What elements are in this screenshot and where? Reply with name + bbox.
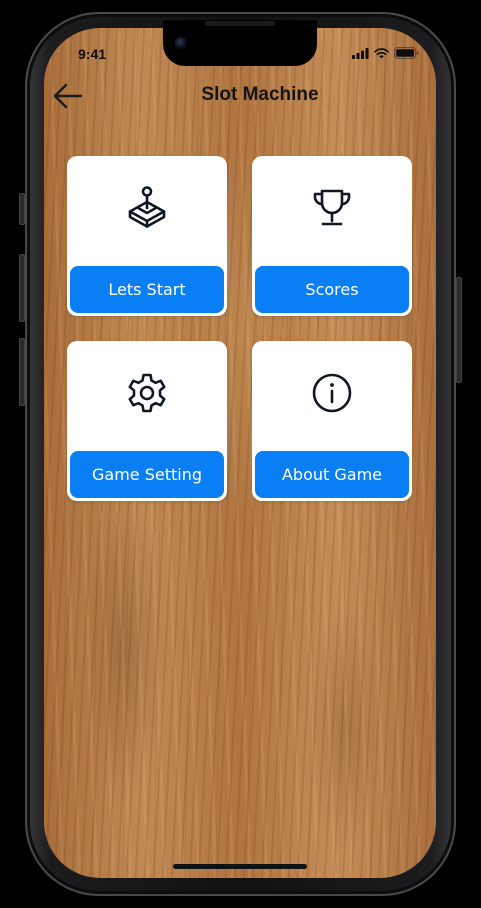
lets-start-button[interactable]: Lets Start bbox=[70, 266, 224, 313]
page-title: Slot Machine bbox=[201, 84, 319, 105]
gear-icon bbox=[125, 371, 169, 415]
volume-up-button bbox=[19, 254, 25, 322]
status-time: 9:41 bbox=[78, 46, 107, 62]
joystick-icon bbox=[125, 186, 169, 230]
trophy-icon bbox=[310, 186, 354, 230]
front-camera bbox=[175, 37, 187, 49]
scores-button[interactable]: Scores bbox=[255, 266, 409, 313]
power-button bbox=[456, 277, 462, 383]
arrow-left-icon bbox=[53, 83, 83, 109]
volume-down-button bbox=[19, 338, 25, 406]
wifi-icon bbox=[374, 47, 389, 58]
about-game-button[interactable]: About Game bbox=[255, 451, 409, 498]
silent-switch bbox=[19, 193, 25, 225]
menu-card-lets-start: Lets Start bbox=[67, 156, 227, 316]
menu-card-game-setting: Game Setting bbox=[67, 341, 227, 501]
signal-icon bbox=[352, 47, 369, 59]
menu-card-scores: Scores bbox=[252, 156, 412, 316]
game-setting-button[interactable]: Game Setting bbox=[70, 451, 224, 498]
info-icon bbox=[310, 371, 354, 415]
home-indicator[interactable] bbox=[173, 864, 307, 869]
back-button[interactable] bbox=[52, 80, 84, 112]
speaker-grille bbox=[205, 21, 275, 26]
status-icons bbox=[352, 47, 419, 59]
battery-icon bbox=[394, 47, 419, 59]
menu-card-about-game: About Game bbox=[252, 341, 412, 501]
